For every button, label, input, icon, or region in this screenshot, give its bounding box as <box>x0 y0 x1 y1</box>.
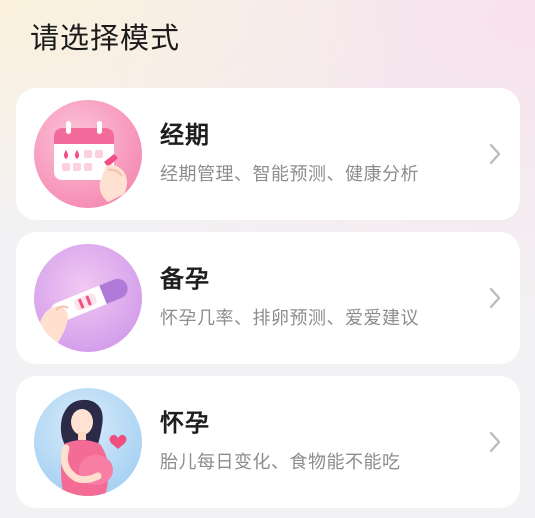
mode-card-trying-to-conceive[interactable]: 备孕 怀孕几率、排卵预测、爱爱建议 <box>16 232 520 364</box>
calendar-hand-icon <box>34 100 142 208</box>
mode-card-period[interactable]: 经期 经期管理、智能预测、健康分析 <box>16 88 520 220</box>
mode-subtitle: 经期管理、智能预测、健康分析 <box>160 164 419 185</box>
mode-card-pregnancy[interactable]: 怀孕 胎儿每日变化、食物能不能吃 <box>16 376 520 508</box>
mode-title: 备孕 <box>160 265 210 293</box>
mode-title: 经期 <box>160 121 210 149</box>
mode-title: 怀孕 <box>160 409 210 437</box>
page-title: 请选择模式 <box>30 21 181 55</box>
mode-subtitle: 胎儿每日变化、食物能不能吃 <box>160 452 401 473</box>
pregnant-woman-icon <box>34 388 142 496</box>
chevron-right-icon <box>488 286 502 310</box>
chevron-right-icon <box>488 142 502 166</box>
mode-subtitle: 怀孕几率、排卵预测、爱爱建议 <box>160 308 419 329</box>
chevron-right-icon <box>488 430 502 454</box>
ovulation-test-strip-icon <box>34 244 142 352</box>
